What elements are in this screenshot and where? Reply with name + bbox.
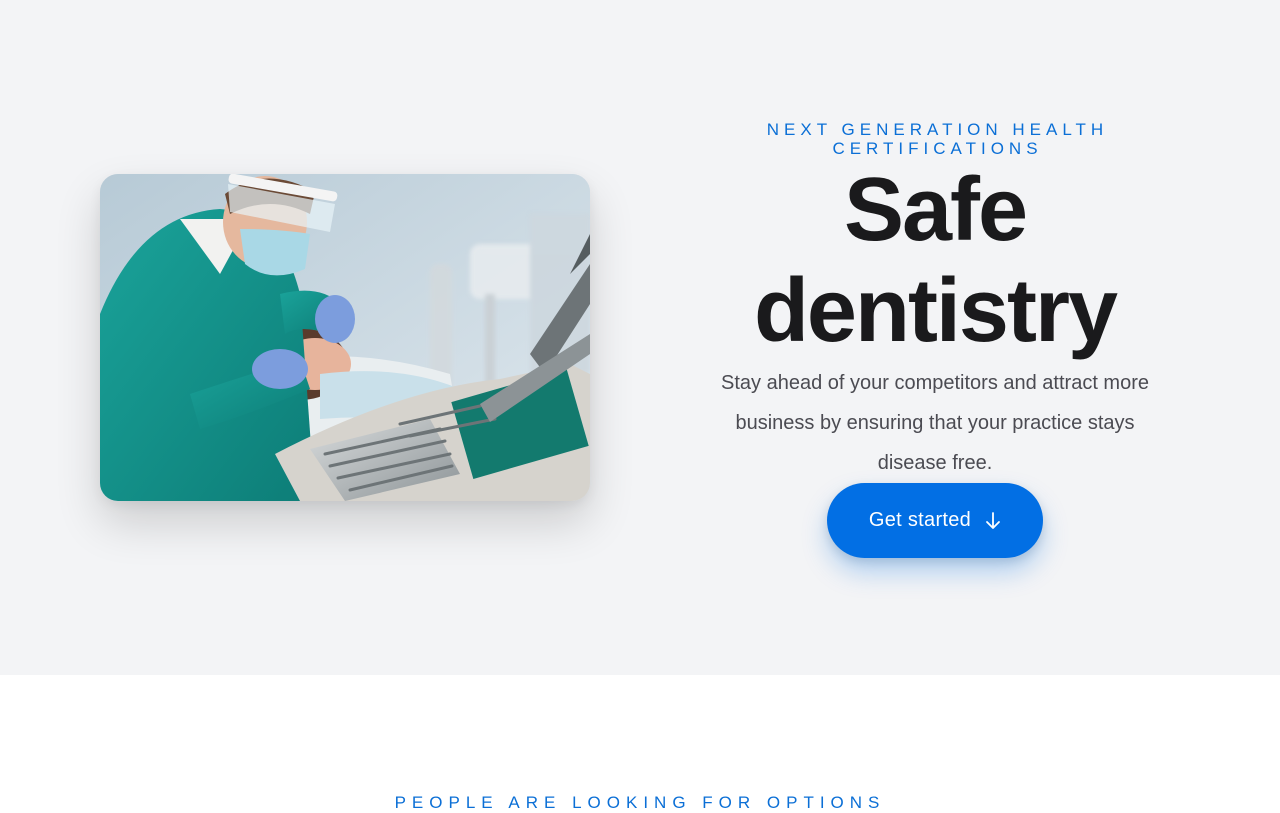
arrow-down-icon	[985, 511, 1001, 530]
hero-headline: Safe dentistry	[690, 160, 1180, 362]
dentist-illustration	[100, 174, 590, 501]
hero-description: Stay ahead of your competitors and attra…	[721, 372, 1149, 474]
get-started-button[interactable]: Get started	[827, 483, 1043, 558]
options-section: PEOPLE ARE LOOKING FOR OPTIONS	[0, 675, 1280, 812]
headline-line-1: Safe	[843, 160, 1028, 260]
dentist-photo	[100, 174, 590, 501]
hero-section: NEXT GENERATION HEALTH CERTIFICATIONS Sa…	[0, 0, 1280, 675]
options-eyebrow: PEOPLE ARE LOOKING FOR OPTIONS	[394, 793, 886, 812]
hero-content: NEXT GENERATION HEALTH CERTIFICATIONS Sa…	[690, 120, 1180, 558]
headline-line-2: dentistry	[753, 261, 1118, 361]
hero-eyebrow: NEXT GENERATION HEALTH CERTIFICATIONS	[766, 120, 1109, 158]
get-started-label: Get started	[868, 509, 972, 531]
